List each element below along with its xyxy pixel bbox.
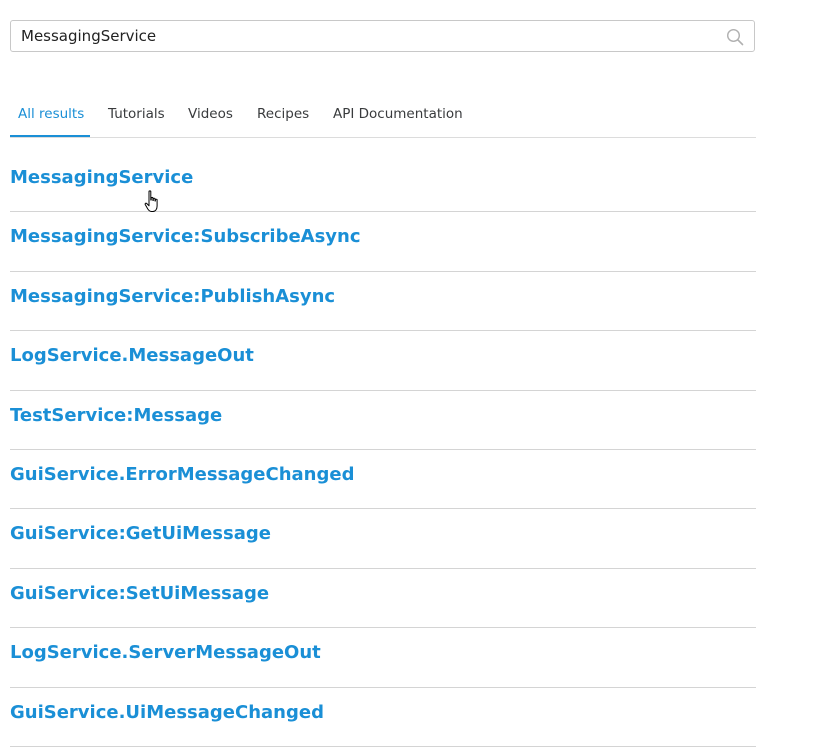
- result-item: LogService.ServerMessageOut: [10, 628, 756, 688]
- result-link[interactable]: TestService:Message: [10, 405, 222, 426]
- result-item: MessagingService:PublishAsync: [10, 272, 756, 332]
- tab-recipes[interactable]: Recipes: [257, 98, 309, 137]
- tab-tutorials[interactable]: Tutorials: [108, 98, 165, 137]
- result-item: MessagingService: [10, 153, 756, 213]
- result-tabs: All results Tutorials Videos Recipes API…: [10, 98, 756, 138]
- search-input[interactable]: [11, 21, 711, 51]
- search-box: [10, 20, 755, 52]
- result-link[interactable]: GuiService.UiMessageChanged: [10, 702, 324, 723]
- result-link[interactable]: LogService.ServerMessageOut: [10, 642, 321, 663]
- result-link[interactable]: GuiService:GetUiMessage: [10, 523, 271, 544]
- result-link[interactable]: GuiService.ErrorMessageChanged: [10, 464, 354, 485]
- tab-all-results[interactable]: All results: [10, 98, 90, 137]
- result-link[interactable]: GuiService:SetUiMessage: [10, 583, 269, 604]
- result-item: GuiService:GetUiMessage: [10, 509, 756, 569]
- result-item: GuiService.ErrorMessageChanged: [10, 450, 756, 510]
- result-link[interactable]: MessagingService: [10, 167, 193, 188]
- result-item: MessagingService:SubscribeAsync: [10, 212, 756, 272]
- tab-api-documentation[interactable]: API Documentation: [333, 98, 463, 137]
- search-icon[interactable]: [726, 28, 744, 46]
- result-item: LogService.MessageOut: [10, 331, 756, 391]
- result-link[interactable]: LogService.MessageOut: [10, 345, 254, 366]
- tab-videos[interactable]: Videos: [188, 98, 233, 137]
- result-link[interactable]: MessagingService:SubscribeAsync: [10, 226, 361, 247]
- result-item: TestService:Message: [10, 391, 756, 450]
- result-item: GuiService:SetUiMessage: [10, 569, 756, 629]
- result-item: GuiService.UiMessageChanged: [10, 688, 756, 747]
- results-list: MessagingService MessagingService:Subscr…: [10, 153, 756, 747]
- search-results-page: All results Tutorials Videos Recipes API…: [0, 0, 814, 750]
- result-link[interactable]: MessagingService:PublishAsync: [10, 286, 335, 307]
